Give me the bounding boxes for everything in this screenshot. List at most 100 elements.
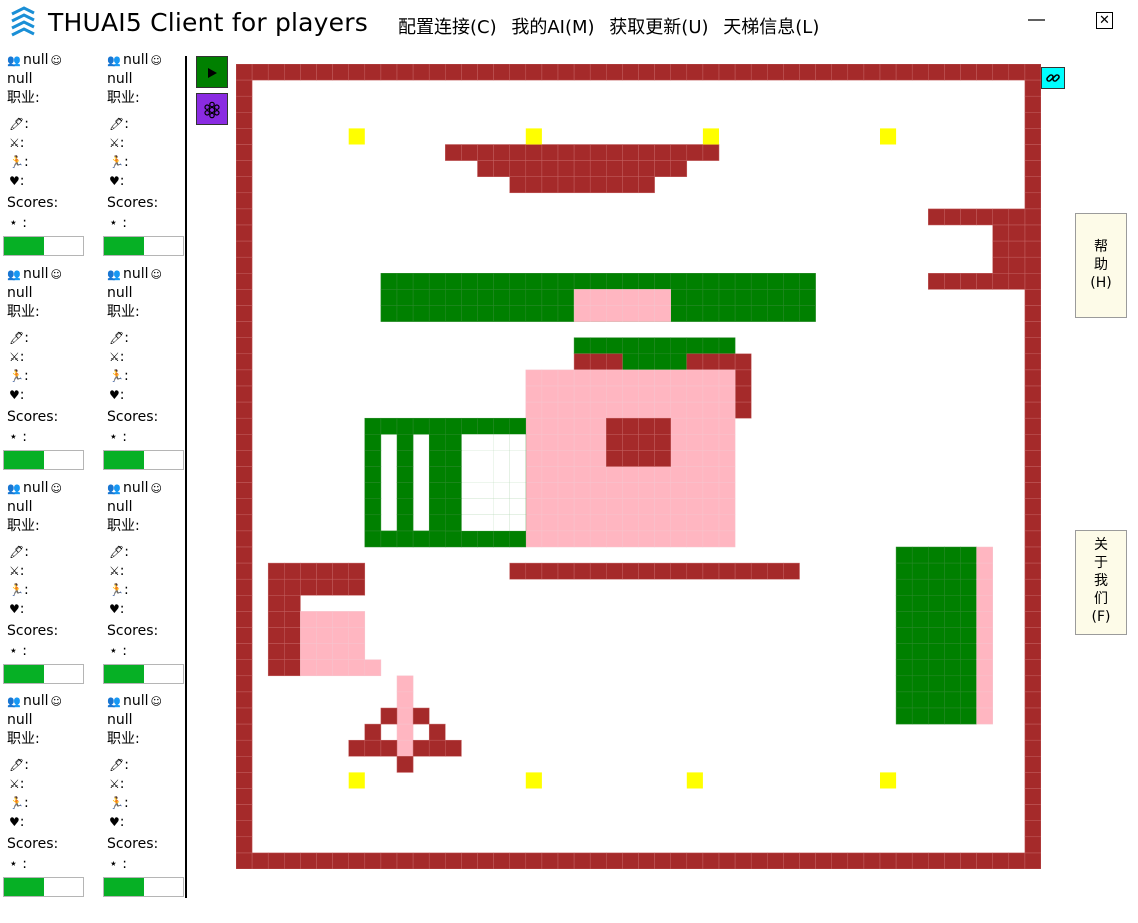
grass-cell — [428, 482, 446, 499]
wall-cell — [236, 772, 253, 789]
pink-cell — [541, 401, 559, 419]
wall-cell — [364, 852, 382, 869]
player-stat-value: : — [119, 173, 125, 189]
wall-cell — [284, 611, 301, 628]
wall-cell — [267, 627, 285, 644]
player-stat-value: : — [19, 387, 25, 403]
pink-cell — [557, 401, 575, 419]
grass-cell — [541, 305, 559, 322]
grass-cell — [541, 273, 559, 290]
grass-cell — [461, 289, 478, 306]
menu-ladder-info[interactable]: 天梯信息(L) — [723, 17, 819, 38]
close-button[interactable]: ✕ — [1096, 12, 1113, 29]
wall-cell — [236, 128, 253, 145]
pink-cell — [654, 466, 671, 483]
wall-cell — [236, 820, 253, 838]
wall-cell — [654, 64, 671, 81]
menu-config-connection[interactable]: 配置连接(C) — [398, 17, 497, 38]
wall-cell — [332, 64, 349, 81]
minimize-button[interactable] — [1027, 8, 1047, 28]
help-label-3: (H) — [1090, 275, 1112, 291]
wall-cell — [879, 852, 897, 869]
wall-cell — [1024, 852, 1041, 869]
player-stat: 🖊: — [9, 329, 29, 347]
face-icon: ☺ — [50, 268, 62, 281]
wall-cell — [332, 578, 349, 596]
game-map[interactable] — [236, 64, 1041, 869]
wall-cell — [638, 160, 655, 177]
grass-cell — [396, 450, 414, 467]
ground-cell — [509, 482, 526, 499]
pink-cell — [300, 611, 317, 628]
grass-cell — [895, 675, 913, 693]
pink-cell — [300, 643, 317, 660]
wall-cell — [1024, 530, 1041, 548]
wall-cell — [1008, 240, 1026, 258]
wall-cell — [267, 643, 285, 660]
grass-cell — [895, 562, 913, 580]
settings-button[interactable] — [196, 93, 228, 125]
pink-cell — [557, 417, 575, 435]
pink-cell — [573, 482, 591, 499]
wall-cell — [267, 595, 285, 612]
shield-icon: ⚔ — [109, 564, 120, 578]
pink-cell — [525, 385, 543, 403]
player-scores-label: Scores: — [7, 836, 59, 852]
grass-cell — [380, 530, 398, 548]
wall-cell — [1024, 208, 1041, 226]
grass-cell — [364, 450, 382, 467]
wall-cell — [1024, 643, 1041, 660]
grass-cell — [944, 643, 961, 660]
link-button[interactable] — [1041, 67, 1065, 89]
grass-cell — [670, 305, 688, 322]
progress-fill — [4, 878, 44, 896]
grass-cell — [654, 353, 671, 371]
player-stat-value: : — [119, 387, 125, 403]
wall-cell — [236, 289, 253, 306]
player-stat-value: : — [119, 563, 125, 579]
wall-cell — [509, 562, 527, 580]
wall-cell — [750, 64, 768, 81]
team-icon: 👥 — [107, 54, 121, 67]
wall-cell — [525, 852, 543, 869]
progress-fill — [104, 878, 144, 896]
progress-fill — [4, 665, 44, 683]
wall-cell — [1024, 804, 1041, 821]
player-stat-value: : — [19, 349, 25, 365]
wall-cell — [236, 482, 253, 499]
grass-cell — [670, 273, 688, 290]
player-star-count: ⋆ : — [9, 856, 27, 872]
wall-cell — [718, 852, 736, 869]
wall-cell — [525, 176, 543, 194]
player-team: null — [123, 52, 149, 68]
pink-cell — [525, 434, 543, 451]
ground-cell — [461, 514, 478, 531]
wall-cell — [1024, 273, 1041, 290]
wall-cell — [1024, 64, 1041, 81]
help-button[interactable]: 帮 助 (H) — [1075, 213, 1127, 318]
pink-cell — [606, 369, 623, 387]
player-header: 👥 null ☺ — [7, 691, 67, 711]
pink-cell — [622, 530, 639, 548]
title-bar: THUAI5 Client for players 配置连接(C) 我的AI(M… — [0, 0, 1138, 50]
play-button[interactable] — [196, 56, 228, 88]
grass-cell — [428, 417, 446, 435]
pink-cell — [573, 289, 591, 306]
pink-cell — [557, 466, 575, 483]
player-progress-bar — [103, 450, 184, 470]
wall-cell — [589, 160, 607, 177]
about-button[interactable]: 关 于 我 们 (F) — [1075, 530, 1127, 635]
menu-get-update[interactable]: 获取更新(U) — [609, 17, 708, 38]
run-icon: 🏃 — [109, 796, 124, 810]
wall-cell — [1024, 498, 1041, 516]
grass-cell — [928, 707, 945, 725]
map-canvas — [236, 64, 1041, 869]
player-header: 👥 null ☺ — [7, 478, 67, 498]
run-icon: 🏃 — [9, 155, 24, 169]
wall-cell — [638, 144, 655, 161]
menu-my-ai[interactable]: 我的AI(M) — [511, 17, 594, 38]
grass-cell — [960, 691, 977, 709]
grass-cell — [911, 562, 929, 580]
grass-cell — [364, 482, 382, 499]
wall-cell — [589, 852, 607, 869]
